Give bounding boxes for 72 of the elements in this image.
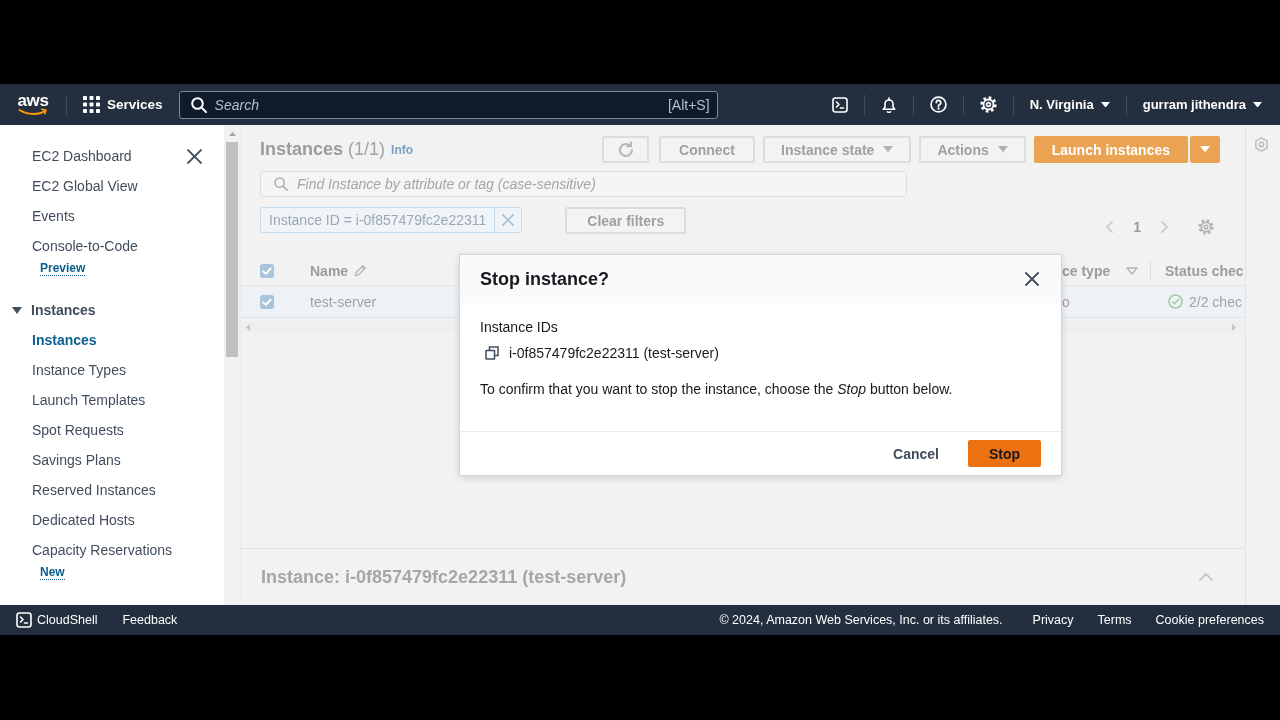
footer-link[interactable]: Cookie preferences <box>1155 613 1264 627</box>
nav-link[interactable]: Capacity Reservations <box>32 542 173 558</box>
table-cell: 2/2 chec <box>1189 293 1242 310</box>
check-circle-icon <box>1168 294 1183 309</box>
copyright-text: © 2024, Amazon Web Services, Inc. or its affiliates. <box>719 613 1003 627</box>
refresh-icon <box>616 140 635 159</box>
services-button[interactable]: Services <box>83 96 163 113</box>
refresh-button[interactable] <box>602 136 649 163</box>
chevron-right-icon[interactable] <box>1161 221 1168 233</box>
nav-link[interactable]: Instances <box>32 332 97 348</box>
scrollbar[interactable] <box>224 125 240 605</box>
sort-caret-icon[interactable] <box>1126 266 1138 275</box>
nav-link[interactable]: Spot Requests <box>32 422 124 438</box>
nav-link[interactable]: EC2 Global View <box>32 178 138 194</box>
copy-icon[interactable] <box>485 346 499 360</box>
scrollbar-thumb[interactable] <box>226 142 238 357</box>
dialog-title: Stop instance? <box>480 268 609 290</box>
tag-link[interactable]: Preview <box>40 261 86 276</box>
primary-button[interactable]: Stop <box>968 440 1041 467</box>
table-cell: o <box>1062 293 1070 310</box>
page-title: Instances <box>260 139 344 160</box>
caret-down-icon <box>883 146 894 153</box>
field-label: Instance IDs <box>480 318 558 337</box>
chevron-left-icon[interactable] <box>1106 221 1114 233</box>
grid-icon <box>83 96 100 113</box>
item-count: (1/1) <box>348 139 386 160</box>
checkbox[interactable] <box>260 263 274 278</box>
region-menu[interactable]: N. Virginia <box>1013 97 1126 112</box>
panel-title: Instance: i-0f857479fc2e22311 (test-server) <box>261 566 627 588</box>
caret-down-icon <box>997 146 1008 153</box>
instance-id: i-0f857479fc2e22311 (test-server) <box>509 344 719 363</box>
caret-down-icon <box>1200 146 1210 153</box>
account-menu[interactable]: gurram jithendra <box>1126 97 1280 112</box>
cloudshell-button[interactable]: CloudShell <box>16 612 98 628</box>
nav-link[interactable]: EC2 Dashboard <box>32 148 132 164</box>
caret-down-icon <box>1253 101 1262 108</box>
nav-link[interactable]: Events <box>32 208 75 224</box>
feedback-link[interactable]: Feedback <box>122 613 178 627</box>
caret-left-icon[interactable] <box>246 323 250 331</box>
nav-link[interactable]: Dedicated Hosts <box>32 512 135 528</box>
tag-link[interactable]: New <box>40 565 65 580</box>
help-icon[interactable] <box>929 96 947 113</box>
nav-link[interactable]: Instance Types <box>32 362 126 378</box>
chevron-up-icon[interactable] <box>1199 573 1213 581</box>
nav-link[interactable]: Savings Plans <box>32 452 121 468</box>
logo-link[interactable]: aws <box>18 93 48 116</box>
nav-section-header[interactable]: Instances <box>0 295 96 325</box>
footer-link[interactable]: Terms <box>1097 613 1132 627</box>
terminal-icon[interactable] <box>831 96 848 113</box>
keyboard-shortcut: [Alt+S] <box>667 96 710 113</box>
nav-link[interactable]: Console-to-Code <box>32 238 138 254</box>
search-icon <box>190 96 207 113</box>
close-icon[interactable] <box>1025 272 1039 286</box>
dialog-message: To confirm that you want to stop the instance, choose the Stop button below. <box>480 380 953 399</box>
terminal-icon <box>16 612 32 628</box>
footer-link[interactable]: Privacy <box>1032 613 1074 627</box>
hexagon-icon[interactable] <box>1254 137 1269 152</box>
caret-down-icon <box>1100 101 1110 108</box>
bell-icon[interactable] <box>880 96 897 113</box>
close-icon[interactable] <box>187 148 202 164</box>
nav-link[interactable]: Launch Templates <box>32 392 146 408</box>
filter-label: Instance ID = i-0f857479fc2e22311 <box>268 212 488 228</box>
caret-up-icon[interactable] <box>228 131 236 136</box>
secondary-button[interactable]: Cancel <box>881 441 951 466</box>
edit-icon <box>354 264 368 277</box>
smile-arrow-icon <box>18 107 48 116</box>
dropdown-toggle-button[interactable] <box>1190 136 1220 163</box>
nav-link[interactable]: Reserved Instances <box>32 482 156 498</box>
search-icon <box>274 177 288 191</box>
checkbox[interactable] <box>260 294 274 309</box>
table-cell: test-server <box>310 293 377 310</box>
caret-right-icon[interactable] <box>1232 323 1236 331</box>
